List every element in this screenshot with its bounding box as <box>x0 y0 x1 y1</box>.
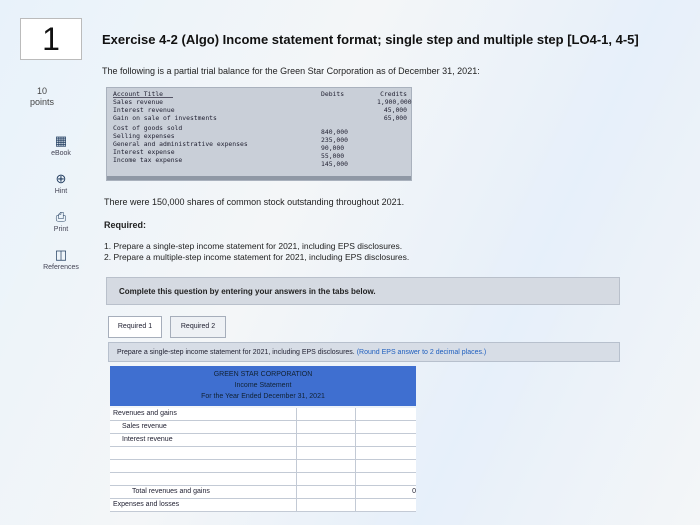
statement-row-blank <box>110 473 416 486</box>
total-input[interactable] <box>356 408 416 420</box>
amount-input[interactable] <box>297 421 355 433</box>
total-input[interactable] <box>356 421 416 433</box>
required-item-2: 2. Prepare a multiple-step income statem… <box>104 252 410 262</box>
amount-input[interactable] <box>297 408 355 420</box>
account-input[interactable] <box>110 447 296 459</box>
statement-name: Income Statement <box>234 382 292 389</box>
statement-company: GREEN STAR CORPORATION <box>213 371 313 378</box>
total-input[interactable] <box>356 434 416 446</box>
total-input[interactable] <box>356 473 416 485</box>
tb-row: Selling expenses 235,000 <box>113 132 348 144</box>
tb-bottom-bar <box>107 176 411 180</box>
tb-row: Gain on sale of investments 65,000 <box>113 114 407 122</box>
book-icon: ▦ <box>54 133 68 148</box>
tb-row: Income tax expense 145,000 <box>113 156 348 168</box>
print-button[interactable]: ⎙ Print <box>36 209 86 234</box>
statement-period: For the Year Ended December 31, 2021 <box>201 393 325 400</box>
points-label: points <box>30 97 55 107</box>
income-statement-grid: Revenues and gains Sales revenue Interes… <box>110 408 416 512</box>
statement-row-blank <box>110 447 416 460</box>
amount-input[interactable] <box>297 434 355 446</box>
complete-banner: Complete this question by entering your … <box>106 277 620 305</box>
tab-required-2[interactable]: Required 2 <box>170 316 226 338</box>
statement-header: GREEN STAR CORPORATION Income Statement … <box>110 366 416 406</box>
ebook-button[interactable]: ▦ eBook <box>36 133 86 158</box>
tb-row: Interest revenue 45,000 <box>113 106 407 114</box>
required-item-1: 1. Prepare a single-step income statemen… <box>104 241 403 251</box>
total-input[interactable] <box>356 499 416 511</box>
printer-icon: ⎙ <box>55 209 67 224</box>
exercise-intro: The following is a partial trial balance… <box>102 66 480 76</box>
tb-header-credits: Credits <box>380 90 407 98</box>
shares-outstanding-text: There were 150,000 shares of common stoc… <box>104 197 405 207</box>
tab-required-1[interactable]: Required 1 <box>108 316 162 338</box>
question-number: 1 <box>20 18 82 60</box>
references-button[interactable]: ◫ References <box>36 247 86 272</box>
statement-row-interest-revenue: Interest revenue <box>110 434 416 447</box>
account-input[interactable] <box>110 473 296 485</box>
references-icon: ◫ <box>54 247 68 262</box>
statement-row-sales-revenue: Sales revenue <box>110 421 416 434</box>
tb-row: Sales revenue 1,900,000 <box>113 98 412 106</box>
instructions-text: Prepare a single-step income statement f… <box>117 349 355 356</box>
tb-row: Interest expense 55,000 <box>113 148 345 160</box>
tb-row: General and administrative expenses 90,0… <box>113 140 345 152</box>
trial-balance-table: Account Title Debits Credits Sales reven… <box>106 87 412 181</box>
statement-row-total-revenues: Total revenues and gains 0 <box>110 486 416 499</box>
hint-button[interactable]: ⊕ Hint <box>36 171 86 196</box>
total-input[interactable] <box>356 447 416 459</box>
exercise-title: Exercise 4-2 (Algo) Income statement for… <box>102 32 639 47</box>
tb-row: Cost of goods sold 840,000 <box>113 124 348 136</box>
total-revenues-value: 0 <box>356 486 416 498</box>
account-input[interactable] <box>110 460 296 472</box>
instructions-note: (Round EPS answer to 2 decimal places.) <box>356 349 487 356</box>
amount-input[interactable] <box>297 447 355 459</box>
required-heading: Required: <box>104 220 147 230</box>
instructions-bar: Prepare a single-step income statement f… <box>108 342 620 362</box>
statement-row-blank <box>110 460 416 473</box>
amount-input[interactable] <box>297 473 355 485</box>
statement-row-expenses-heading: Expenses and losses <box>110 499 416 512</box>
amount-input[interactable] <box>297 460 355 472</box>
statement-row-revenues-heading: Revenues and gains <box>110 408 416 421</box>
points-indicator: 10 points <box>30 86 54 108</box>
points-value: 10 <box>37 86 48 96</box>
tb-header-debits: Debits <box>321 90 345 98</box>
globe-icon: ⊕ <box>55 171 67 186</box>
amount-input[interactable] <box>297 499 355 511</box>
total-input[interactable] <box>356 460 416 472</box>
